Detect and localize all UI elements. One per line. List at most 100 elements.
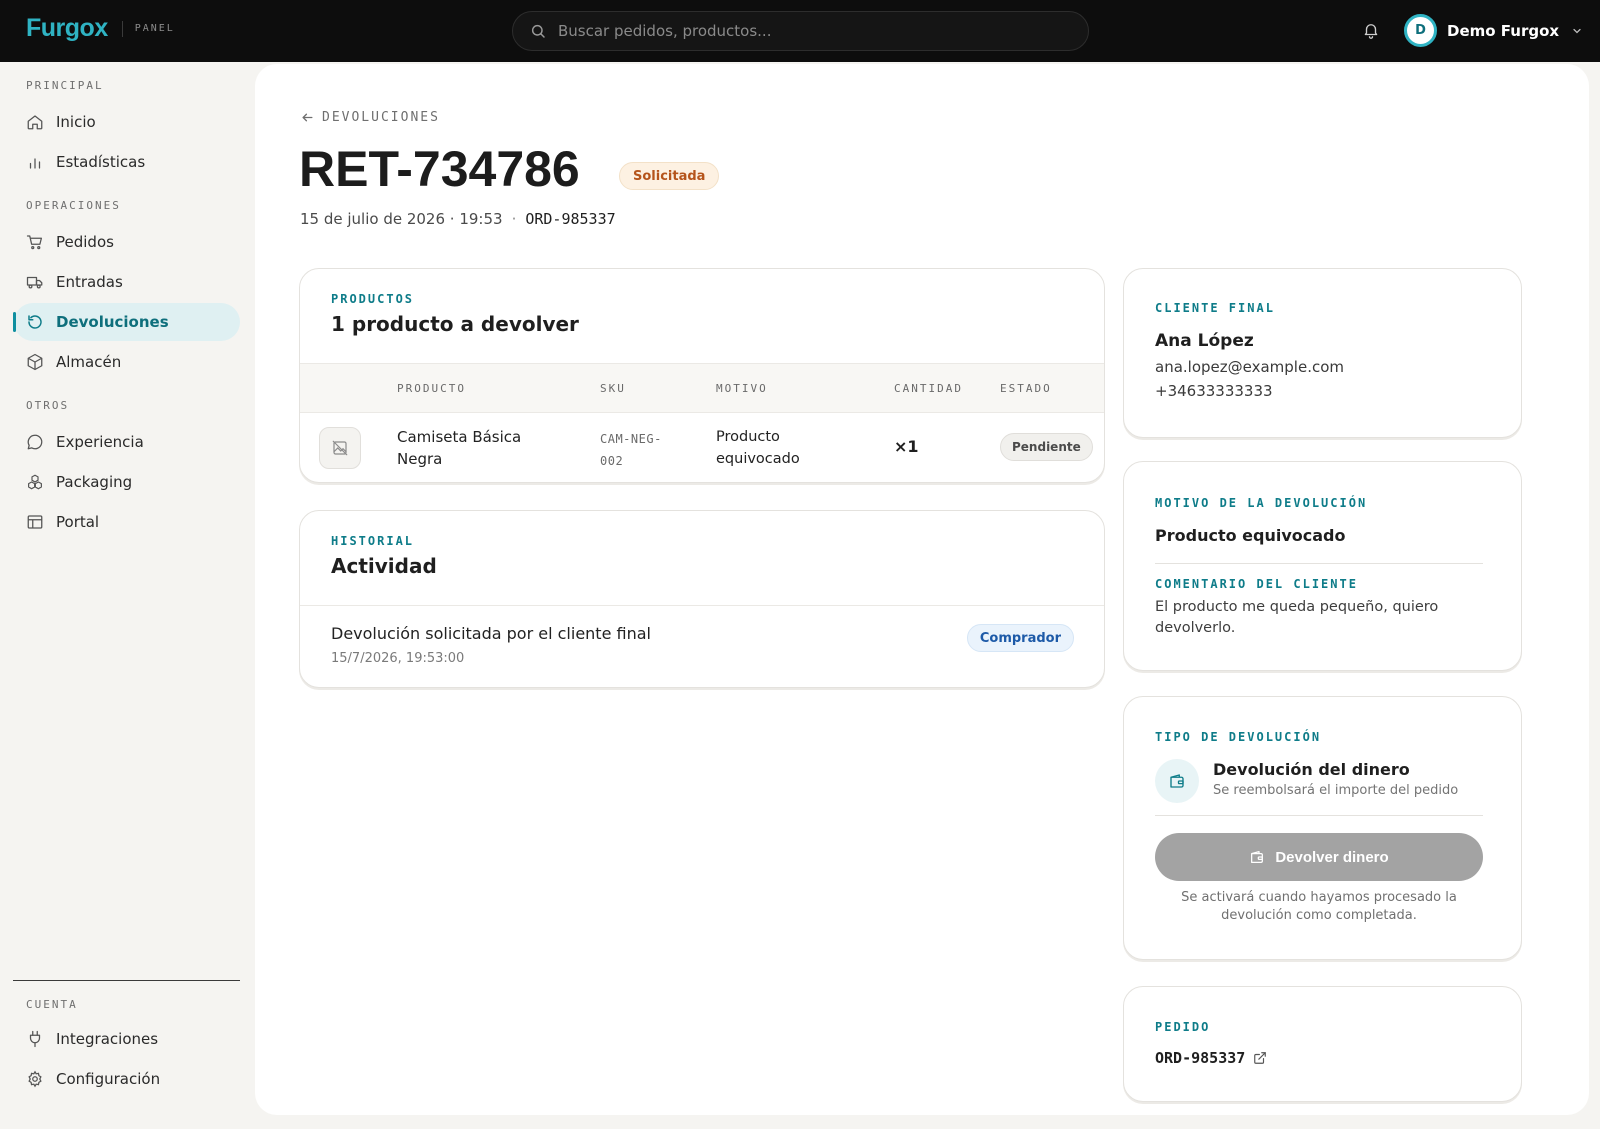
layout-icon — [26, 513, 44, 531]
search-input[interactable] — [558, 22, 1058, 40]
sidebar-item-packaging[interactable]: Packaging — [14, 463, 240, 501]
box-icon — [26, 353, 44, 371]
customer-comment: El producto me queda pequeño, quiero dev… — [1155, 599, 1439, 636]
activity-timestamp: 15/7/2026, 19:53:00 — [331, 651, 465, 666]
sidebar-item-label: Portal — [56, 513, 100, 531]
sidebar-item-label: Inicio — [56, 113, 96, 131]
return-date: 15 de julio de 2026 · 19:53 — [300, 210, 503, 228]
customer-phone[interactable]: +34633333333 — [1155, 382, 1273, 400]
column-header-sku: SKU — [600, 382, 626, 395]
sidebar-item-label: Pedidos — [56, 233, 114, 251]
notifications-bell-icon[interactable] — [1362, 21, 1380, 39]
refund-type-subtitle: Se reembolsará el importe del pedido — [1213, 783, 1459, 798]
products-kicker: PRODUCTOS — [331, 292, 415, 306]
wallet-icon — [1251, 851, 1264, 863]
chat-bubble-icon — [26, 433, 44, 451]
history-kicker: HISTORIAL — [331, 534, 415, 548]
back-link-label: DEVOLUCIONES — [322, 110, 440, 125]
sidebar-item-label: Almacén — [56, 353, 122, 371]
sidebar: PRINCIPAL Inicio Estadísticas OPERACIONE… — [0, 62, 248, 1129]
plug-icon — [26, 1030, 44, 1048]
order-card: PEDIDO ORD-985337 — [1123, 986, 1522, 1102]
refund-type-kicker: TIPO DE DEVOLUCIÓN — [1155, 730, 1322, 744]
products-heading: 1 producto a devolver — [331, 312, 579, 336]
reason-value: Producto equivocado — [1155, 526, 1346, 545]
sidebar-item-label: Integraciones — [56, 1030, 159, 1048]
sidebar-item-configuracion[interactable]: Configuración — [14, 1060, 240, 1098]
customer-name: Ana López — [1155, 331, 1254, 351]
page-title: RET-734786 — [299, 141, 580, 197]
sidebar-item-label: Entradas — [56, 273, 123, 291]
refund-type-card: TIPO DE DEVOLUCIÓN Devolución del dinero… — [1123, 696, 1522, 960]
product-quantity: ×1 — [894, 437, 919, 456]
products-card: PRODUCTOS 1 producto a devolver PRODUCTO… — [299, 268, 1105, 483]
sidebar-item-experiencia[interactable]: Experiencia — [14, 423, 240, 461]
brand[interactable]: Furgox PANEL — [26, 14, 175, 43]
sidebar-item-label: Configuración — [56, 1070, 161, 1088]
sidebar-item-label: Packaging — [56, 473, 133, 491]
sidebar-item-almacen[interactable]: Almacén — [14, 343, 240, 381]
refund-type-title: Devolución del dinero — [1213, 760, 1410, 779]
search-icon — [530, 23, 546, 39]
customer-kicker: CLIENTE FINAL — [1155, 301, 1275, 315]
history-divider — [300, 605, 1104, 606]
reason-kicker: MOTIVO DE LA DEVOLUCIÓN — [1155, 496, 1368, 510]
user-menu[interactable]: D Demo Furgox — [1404, 14, 1583, 47]
external-link-icon — [1254, 1052, 1267, 1064]
boxes-icon — [26, 473, 44, 491]
image-off-icon — [332, 440, 348, 456]
sidebar-item-pedidos[interactable]: Pedidos — [14, 223, 240, 261]
main-content: DEVOLUCIONES RET-734786 Solicitada 15 de… — [255, 64, 1589, 1115]
search-bar[interactable] — [512, 11, 1089, 51]
sidebar-item-devoluciones[interactable]: Devoluciones — [13, 303, 240, 341]
section-label-operaciones: OPERACIONES — [26, 199, 121, 212]
chevron-down-icon — [1571, 25, 1583, 37]
gear-icon — [26, 1070, 44, 1088]
order-kicker: PEDIDO — [1155, 1020, 1211, 1034]
status-badge: Solicitada — [619, 162, 720, 190]
table-header: PRODUCTO SKU MOTIVO CANTIDAD ESTADO — [300, 363, 1104, 413]
sidebar-item-inicio[interactable]: Inicio — [14, 103, 240, 141]
brand-separator — [121, 20, 123, 37]
sidebar-item-label: Devoluciones — [56, 313, 169, 331]
customer-email[interactable]: ana.lopez@example.com — [1155, 358, 1344, 376]
sidebar-divider — [13, 980, 240, 981]
sidebar-item-integraciones[interactable]: Integraciones — [14, 1020, 240, 1058]
activity-actor-badge: Comprador — [966, 624, 1074, 652]
order-reference: ORD-985337 — [525, 210, 616, 228]
history-heading: Actividad — [331, 554, 437, 578]
section-label-principal: PRINCIPAL — [26, 79, 104, 92]
product-thumbnail — [319, 427, 361, 469]
activity-title: Devolución solicitada por el cliente fin… — [331, 624, 651, 643]
brand-logo: Furgox — [26, 14, 108, 42]
bar-chart-icon — [26, 153, 44, 171]
product-sku: CAM-NEG- 002 — [600, 432, 662, 468]
customer-card: CLIENTE FINAL Ana López ana.lopez@exampl… — [1123, 268, 1522, 438]
order-ref: ORD-985337 — [1155, 1049, 1246, 1067]
order-link[interactable]: ORD-985337 — [1155, 1049, 1267, 1067]
sidebar-item-label: Experiencia — [56, 433, 144, 451]
reason-divider — [1155, 563, 1483, 564]
sidebar-item-portal[interactable]: Portal — [14, 503, 240, 541]
refund-money-button[interactable]: Devolver dinero — [1155, 833, 1483, 881]
section-label-otros: OTROS — [26, 399, 70, 412]
column-header-status: ESTADO — [1000, 382, 1052, 395]
cart-icon — [26, 233, 44, 251]
home-icon — [26, 113, 44, 131]
refund-type-divider — [1155, 815, 1483, 816]
return-arrow-icon — [26, 313, 44, 331]
refund-money-button-label: Devolver dinero — [1275, 848, 1389, 866]
sidebar-item-label: Estadísticas — [56, 153, 146, 171]
wallet-icon — [1170, 774, 1184, 788]
back-link[interactable]: DEVOLUCIONES — [301, 110, 440, 125]
sidebar-item-estadisticas[interactable]: Estadísticas — [14, 143, 240, 181]
column-header-product: PRODUCTO — [397, 382, 466, 395]
truck-icon — [26, 273, 44, 291]
refund-note: Se activará cuando hayamos procesado la … — [1181, 890, 1457, 923]
brand-subtitle: PANEL — [134, 23, 175, 34]
avatar: D — [1404, 14, 1437, 47]
sidebar-item-entradas[interactable]: Entradas — [14, 263, 240, 301]
top-bar: Furgox PANEL D Demo Furgox — [0, 0, 1600, 62]
column-header-quantity: CANTIDAD — [894, 382, 963, 395]
arrow-left-icon — [302, 113, 313, 122]
